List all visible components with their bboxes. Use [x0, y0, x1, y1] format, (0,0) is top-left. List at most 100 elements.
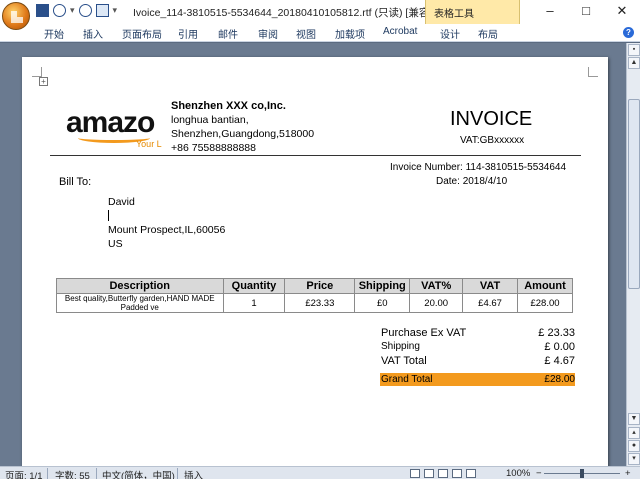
ribbon-tabs: 开始 插入 页面布局 引用 邮件 审阅 视图 加载项 Acrobat 设计 布局…: [0, 24, 640, 42]
scroll-thumb[interactable]: [628, 99, 640, 289]
table-move-handle-icon[interactable]: +: [39, 77, 48, 86]
redo-icon[interactable]: [78, 4, 92, 17]
tab-addins[interactable]: 加载项: [335, 26, 365, 41]
divider: [96, 468, 97, 479]
totals-shipping-value: £ 0.00: [544, 341, 575, 353]
cell-vat[interactable]: £4.67: [462, 293, 518, 313]
cell-price[interactable]: £23.33: [284, 293, 356, 313]
undo-dropdown-icon[interactable]: ▾: [70, 5, 75, 16]
next-page-icon[interactable]: ▾: [628, 453, 640, 465]
cell-vat-percent[interactable]: 20.00: [409, 293, 464, 313]
header-divider: [50, 155, 581, 156]
close-button[interactable]: ✕: [604, 0, 640, 24]
table-header-row: Description Quantity Price Shipping VAT%…: [56, 278, 573, 294]
tab-acrobat[interactable]: Acrobat: [383, 26, 417, 37]
ruler-toggle-icon[interactable]: ▪: [628, 44, 640, 56]
insert-mode[interactable]: 插入: [184, 468, 203, 479]
zoom-out-icon[interactable]: −: [536, 468, 542, 479]
table-tools-context-tab: 表格工具: [425, 0, 520, 24]
totals-shipping-label: Shipping: [381, 341, 420, 352]
status-bar: 页面: 1/1 字数: 55 中文(简体，中国) 插入 100% − +: [0, 466, 640, 479]
document-workspace: + amazo Your L Shenzhen XXX co,Inc. long…: [0, 43, 626, 466]
draft-view-icon[interactable]: [466, 469, 476, 478]
print-preview-icon[interactable]: [95, 4, 109, 17]
grand-total-row: Grand Total £28.00: [380, 373, 575, 386]
grand-total-label: Grand Total: [381, 374, 433, 385]
office-button[interactable]: [2, 2, 30, 30]
cell-shipping[interactable]: £0: [354, 293, 411, 313]
full-screen-view-icon[interactable]: [424, 469, 434, 478]
text-cursor: [108, 210, 109, 221]
company-address-2: Shenzhen,Guangdong,518000: [171, 128, 315, 140]
totals-ex-vat-label: Purchase Ex VAT: [381, 327, 467, 339]
logo-tagline: Your L: [136, 139, 162, 149]
cell-description[interactable]: Best quality,Butterfly garden,HAND MADE …: [56, 293, 224, 313]
tab-insert[interactable]: 插入: [83, 26, 103, 41]
tab-home[interactable]: 开始: [44, 26, 64, 41]
totals-vat: VAT Total £ 4.67: [380, 355, 575, 369]
col-amount: Amount: [517, 278, 573, 294]
tab-page-layout[interactable]: 页面布局: [122, 26, 162, 41]
print-layout-view-icon[interactable]: [410, 469, 420, 478]
divider: [47, 468, 48, 479]
totals-vat-label: VAT Total: [381, 355, 427, 367]
bill-to-name: David: [108, 196, 135, 208]
scroll-down-icon[interactable]: ▼: [628, 413, 640, 425]
customize-qat-icon[interactable]: ▾: [113, 5, 118, 16]
undo-icon[interactable]: [53, 4, 66, 17]
vertical-scrollbar[interactable]: ▪ ▲ ▼ ▴ ● ▾: [626, 43, 640, 466]
previous-page-icon[interactable]: ▴: [628, 427, 640, 439]
totals-ex-vat: Purchase Ex VAT £ 23.33: [380, 327, 575, 341]
invoice-items-table[interactable]: Description Quantity Price Shipping VAT%…: [56, 278, 573, 313]
bill-to-country: US: [108, 238, 123, 250]
totals-vat-value: £ 4.67: [544, 355, 575, 367]
window-title: Ivoice_114-3810515-5534644_2018041010581…: [133, 7, 454, 19]
page-count[interactable]: 页面: 1/1: [5, 468, 43, 479]
tab-view[interactable]: 视图: [296, 26, 316, 41]
language-status[interactable]: 中文(简体，中国): [102, 468, 175, 479]
bill-to-label: Bill To:: [59, 176, 92, 188]
web-layout-view-icon[interactable]: [438, 469, 448, 478]
tab-design[interactable]: 设计: [440, 26, 460, 41]
tab-review[interactable]: 审阅: [258, 26, 278, 41]
invoice-heading: INVOICE: [450, 108, 533, 130]
col-price: Price: [284, 278, 356, 294]
divider: [177, 468, 178, 479]
totals-shipping: Shipping £ 0.00: [380, 341, 575, 355]
bill-to-city: Mount Prospect,IL,60056: [108, 224, 226, 236]
col-shipping: Shipping: [354, 278, 411, 294]
table-row[interactable]: Best quality,Butterfly garden,HAND MADE …: [56, 293, 573, 313]
help-icon[interactable]: ?: [623, 27, 634, 38]
zoom-in-icon[interactable]: +: [625, 468, 631, 479]
company-phone: +86 75588888888: [171, 142, 256, 154]
zoom-slider-handle[interactable]: [580, 469, 584, 478]
quick-access-toolbar: ▾ ▾: [36, 4, 117, 17]
outline-view-icon[interactable]: [452, 469, 462, 478]
save-icon[interactable]: [36, 4, 49, 17]
document-page[interactable]: + amazo Your L Shenzhen XXX co,Inc. long…: [22, 57, 608, 466]
title-bar: ▾ ▾ Ivoice_114-3810515-5534644_201804101…: [0, 0, 640, 30]
crop-mark: [588, 67, 598, 77]
cell-quantity[interactable]: 1: [222, 293, 286, 313]
col-description: Description: [56, 278, 224, 294]
grand-total-value: £28.00: [544, 374, 575, 385]
invoice-date: Date: 2018/4/10: [436, 176, 508, 187]
company-name: Shenzhen XXX co,Inc.: [171, 100, 286, 112]
maximize-button[interactable]: □: [568, 0, 604, 24]
totals-ex-vat-value: £ 23.33: [538, 327, 575, 339]
minimize-button[interactable]: –: [532, 0, 568, 24]
col-vat: VAT: [462, 278, 518, 294]
vat-number: VAT:GBxxxxxx: [460, 135, 525, 146]
word-count[interactable]: 字数: 55: [55, 468, 90, 479]
company-address-1: longhua bantian,: [171, 114, 249, 126]
scroll-up-icon[interactable]: ▲: [628, 57, 640, 69]
cell-amount[interactable]: £28.00: [517, 293, 573, 313]
browse-object-icon[interactable]: ●: [628, 440, 640, 452]
col-quantity: Quantity: [222, 278, 286, 294]
tab-layout[interactable]: 布局: [478, 26, 498, 41]
crop-mark: [32, 67, 42, 77]
tab-mailings[interactable]: 邮件: [218, 26, 238, 41]
tab-references[interactable]: 引用: [178, 26, 198, 41]
zoom-level[interactable]: 100%: [506, 468, 530, 479]
invoice-number: Invoice Number: 114-3810515-5534644: [390, 162, 567, 173]
